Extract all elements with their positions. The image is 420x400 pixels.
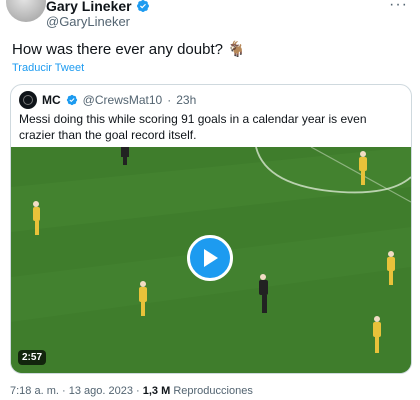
views-count[interactable]: 1,3 M [143, 385, 171, 397]
header-separator: · [167, 93, 172, 107]
verified-badge-icon [136, 0, 149, 12]
metadata-separator: · [61, 385, 66, 397]
quoted-tweet-header: MC @CrewsMat10 · 23h [19, 91, 196, 109]
tweet-date[interactable]: 13 ago. 2023 [69, 385, 133, 397]
quoted-author-handle[interactable]: @CrewsMat10 [83, 93, 163, 107]
author-name[interactable]: Gary Lineker [46, 0, 132, 14]
tweet-metadata: 7:18 a. m. · 13 ago. 2023 · 1,3 M Reprod… [10, 385, 253, 397]
views-label: Reproducciones [173, 385, 253, 397]
tweet-time[interactable]: 7:18 a. m. [10, 385, 59, 397]
quoted-author-avatar[interactable] [19, 91, 37, 109]
author-handle[interactable]: @GaryLineker [46, 14, 130, 29]
quoted-tweet-time[interactable]: 23h [176, 93, 196, 107]
video-duration-badge: 2:57 [18, 350, 47, 365]
translate-tweet-link[interactable]: Traducir Tweet [12, 62, 84, 74]
quoted-author-name[interactable]: MC [42, 93, 61, 107]
video-player[interactable]: 2:57 [11, 147, 411, 373]
more-options-icon[interactable]: ··· [389, 0, 408, 14]
play-button-icon[interactable] [187, 235, 233, 281]
author-avatar[interactable] [6, 0, 46, 22]
author-name-row[interactable]: Gary Lineker [46, 0, 150, 14]
tweet-text: How was there ever any doubt? 🐐 [12, 41, 246, 58]
quoted-tweet-text: Messi doing this while scoring 91 goals … [19, 112, 367, 142]
quoted-tweet-card[interactable]: MC @CrewsMat10 · 23h Messi doing this wh… [10, 84, 412, 374]
metadata-separator: · [136, 385, 140, 397]
verified-badge-icon [66, 94, 77, 106]
